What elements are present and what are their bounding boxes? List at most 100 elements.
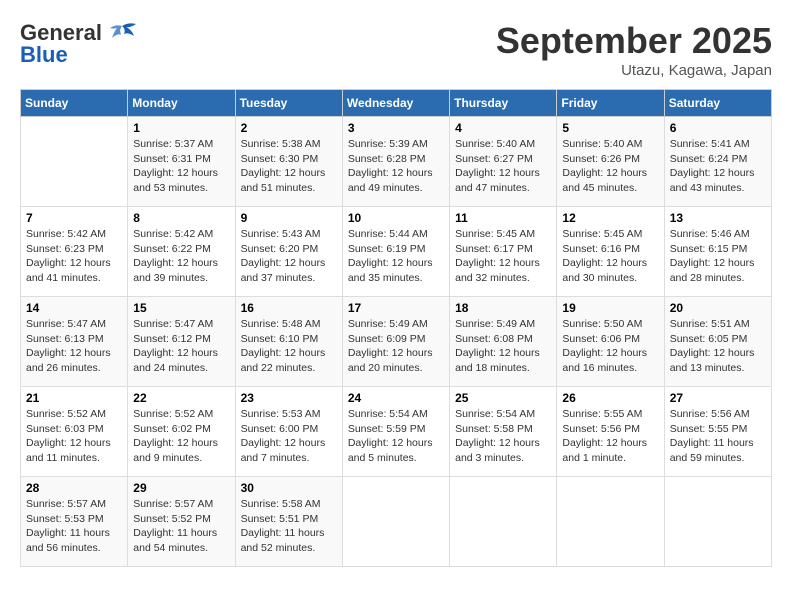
calendar-week-5: 28 Sunrise: 5:57 AM Sunset: 5:53 PM Dayli… bbox=[21, 477, 772, 567]
day-number: 23 bbox=[241, 391, 337, 405]
day-info: Sunrise: 5:38 AM Sunset: 6:30 PM Dayligh… bbox=[241, 137, 337, 196]
calendar-cell: 4 Sunrise: 5:40 AM Sunset: 6:27 PM Daylig… bbox=[450, 117, 557, 207]
day-number: 3 bbox=[348, 121, 444, 135]
day-number: 16 bbox=[241, 301, 337, 315]
day-number: 1 bbox=[133, 121, 229, 135]
day-number: 7 bbox=[26, 211, 122, 225]
day-info: Sunrise: 5:56 AM Sunset: 5:55 PM Dayligh… bbox=[670, 407, 766, 466]
day-number: 29 bbox=[133, 481, 229, 495]
day-number: 9 bbox=[241, 211, 337, 225]
day-number: 4 bbox=[455, 121, 551, 135]
calendar-body: 1 Sunrise: 5:37 AM Sunset: 6:31 PM Daylig… bbox=[21, 117, 772, 567]
calendar-table: SundayMondayTuesdayWednesdayThursdayFrid… bbox=[20, 89, 772, 567]
location: Utazu, Kagawa, Japan bbox=[496, 62, 772, 79]
day-info: Sunrise: 5:44 AM Sunset: 6:19 PM Dayligh… bbox=[348, 227, 444, 286]
day-info: Sunrise: 5:55 AM Sunset: 5:56 PM Dayligh… bbox=[562, 407, 658, 466]
calendar-cell: 1 Sunrise: 5:37 AM Sunset: 6:31 PM Daylig… bbox=[128, 117, 235, 207]
calendar-cell: 19 Sunrise: 5:50 AM Sunset: 6:06 PM Dayli… bbox=[557, 297, 664, 387]
calendar-cell bbox=[450, 477, 557, 567]
logo-bird-icon bbox=[106, 22, 138, 44]
day-info: Sunrise: 5:45 AM Sunset: 6:16 PM Dayligh… bbox=[562, 227, 658, 286]
calendar-cell: 2Sunrise: 5:38 AM Sunset: 6:30 PM Daylig… bbox=[235, 117, 342, 207]
day-header-monday: Monday bbox=[128, 90, 235, 117]
calendar-week-3: 14Sunrise: 5:47 AM Sunset: 6:13 PM Dayli… bbox=[21, 297, 772, 387]
calendar-cell: 28 Sunrise: 5:57 AM Sunset: 5:53 PM Dayli… bbox=[21, 477, 128, 567]
calendar-cell bbox=[664, 477, 771, 567]
calendar-cell: 11 Sunrise: 5:45 AM Sunset: 6:17 PM Dayli… bbox=[450, 207, 557, 297]
calendar-cell: 26 Sunrise: 5:55 AM Sunset: 5:56 PM Dayli… bbox=[557, 387, 664, 477]
calendar-week-4: 21 Sunrise: 5:52 AM Sunset: 6:03 PM Dayli… bbox=[21, 387, 772, 477]
day-info: Sunrise: 5:40 AM Sunset: 6:26 PM Dayligh… bbox=[562, 137, 658, 196]
calendar-cell bbox=[342, 477, 449, 567]
calendar-cell: 3 Sunrise: 5:39 AM Sunset: 6:28 PM Daylig… bbox=[342, 117, 449, 207]
day-info: Sunrise: 5:51 AM Sunset: 6:05 PM Dayligh… bbox=[670, 317, 766, 376]
day-header-saturday: Saturday bbox=[664, 90, 771, 117]
day-info: Sunrise: 5:47 AM Sunset: 6:13 PM Dayligh… bbox=[26, 317, 122, 376]
day-info: Sunrise: 5:37 AM Sunset: 6:31 PM Dayligh… bbox=[133, 137, 229, 196]
day-header-thursday: Thursday bbox=[450, 90, 557, 117]
day-number: 17 bbox=[348, 301, 444, 315]
day-info: Sunrise: 5:49 AM Sunset: 6:09 PM Dayligh… bbox=[348, 317, 444, 376]
day-info: Sunrise: 5:41 AM Sunset: 6:24 PM Dayligh… bbox=[670, 137, 766, 196]
page-header: General Blue September 2025 Utazu, Kagaw… bbox=[20, 20, 772, 79]
day-number: 11 bbox=[455, 211, 551, 225]
calendar-cell bbox=[557, 477, 664, 567]
day-info: Sunrise: 5:40 AM Sunset: 6:27 PM Dayligh… bbox=[455, 137, 551, 196]
calendar-cell: 29Sunrise: 5:57 AM Sunset: 5:52 PM Dayli… bbox=[128, 477, 235, 567]
day-info: Sunrise: 5:52 AM Sunset: 6:03 PM Dayligh… bbox=[26, 407, 122, 466]
day-info: Sunrise: 5:50 AM Sunset: 6:06 PM Dayligh… bbox=[562, 317, 658, 376]
calendar-cell: 23Sunrise: 5:53 AM Sunset: 6:00 PM Dayli… bbox=[235, 387, 342, 477]
calendar-cell: 5Sunrise: 5:40 AM Sunset: 6:26 PM Daylig… bbox=[557, 117, 664, 207]
calendar-cell: 14Sunrise: 5:47 AM Sunset: 6:13 PM Dayli… bbox=[21, 297, 128, 387]
day-info: Sunrise: 5:54 AM Sunset: 5:58 PM Dayligh… bbox=[455, 407, 551, 466]
calendar-cell: 22 Sunrise: 5:52 AM Sunset: 6:02 PM Dayli… bbox=[128, 387, 235, 477]
calendar-cell: 10Sunrise: 5:44 AM Sunset: 6:19 PM Dayli… bbox=[342, 207, 449, 297]
day-number: 22 bbox=[133, 391, 229, 405]
day-number: 8 bbox=[133, 211, 229, 225]
day-info: Sunrise: 5:43 AM Sunset: 6:20 PM Dayligh… bbox=[241, 227, 337, 286]
day-info: Sunrise: 5:47 AM Sunset: 6:12 PM Dayligh… bbox=[133, 317, 229, 376]
day-info: Sunrise: 5:45 AM Sunset: 6:17 PM Dayligh… bbox=[455, 227, 551, 286]
day-header-sunday: Sunday bbox=[21, 90, 128, 117]
day-info: Sunrise: 5:54 AM Sunset: 5:59 PM Dayligh… bbox=[348, 407, 444, 466]
calendar-cell: 12 Sunrise: 5:45 AM Sunset: 6:16 PM Dayli… bbox=[557, 207, 664, 297]
day-number: 6 bbox=[670, 121, 766, 135]
calendar-cell: 16Sunrise: 5:48 AM Sunset: 6:10 PM Dayli… bbox=[235, 297, 342, 387]
day-number: 19 bbox=[562, 301, 658, 315]
day-number: 26 bbox=[562, 391, 658, 405]
day-header-tuesday: Tuesday bbox=[235, 90, 342, 117]
calendar-cell: 25Sunrise: 5:54 AM Sunset: 5:58 PM Dayli… bbox=[450, 387, 557, 477]
day-number: 18 bbox=[455, 301, 551, 315]
calendar-week-1: 1 Sunrise: 5:37 AM Sunset: 6:31 PM Daylig… bbox=[21, 117, 772, 207]
calendar-cell: 8 Sunrise: 5:42 AM Sunset: 6:22 PM Daylig… bbox=[128, 207, 235, 297]
day-info: Sunrise: 5:52 AM Sunset: 6:02 PM Dayligh… bbox=[133, 407, 229, 466]
calendar-cell: 9 Sunrise: 5:43 AM Sunset: 6:20 PM Daylig… bbox=[235, 207, 342, 297]
day-info: Sunrise: 5:49 AM Sunset: 6:08 PM Dayligh… bbox=[455, 317, 551, 376]
logo: General Blue bbox=[20, 20, 138, 68]
day-number: 24 bbox=[348, 391, 444, 405]
calendar-header-row: SundayMondayTuesdayWednesdayThursdayFrid… bbox=[21, 90, 772, 117]
day-number: 21 bbox=[26, 391, 122, 405]
calendar-cell: 20Sunrise: 5:51 AM Sunset: 6:05 PM Dayli… bbox=[664, 297, 771, 387]
day-number: 12 bbox=[562, 211, 658, 225]
calendar-cell bbox=[21, 117, 128, 207]
calendar-cell: 13 Sunrise: 5:46 AM Sunset: 6:15 PM Dayli… bbox=[664, 207, 771, 297]
day-header-friday: Friday bbox=[557, 90, 664, 117]
day-info: Sunrise: 5:57 AM Sunset: 5:53 PM Dayligh… bbox=[26, 497, 122, 556]
calendar-week-2: 7 Sunrise: 5:42 AM Sunset: 6:23 PM Daylig… bbox=[21, 207, 772, 297]
day-info: Sunrise: 5:42 AM Sunset: 6:22 PM Dayligh… bbox=[133, 227, 229, 286]
day-number: 28 bbox=[26, 481, 122, 495]
day-number: 13 bbox=[670, 211, 766, 225]
day-info: Sunrise: 5:39 AM Sunset: 6:28 PM Dayligh… bbox=[348, 137, 444, 196]
day-info: Sunrise: 5:42 AM Sunset: 6:23 PM Dayligh… bbox=[26, 227, 122, 286]
day-number: 15 bbox=[133, 301, 229, 315]
calendar-cell: 6 Sunrise: 5:41 AM Sunset: 6:24 PM Daylig… bbox=[664, 117, 771, 207]
calendar-cell: 7 Sunrise: 5:42 AM Sunset: 6:23 PM Daylig… bbox=[21, 207, 128, 297]
calendar-cell: 27 Sunrise: 5:56 AM Sunset: 5:55 PM Dayli… bbox=[664, 387, 771, 477]
logo-blue-text: Blue bbox=[20, 42, 68, 68]
day-info: Sunrise: 5:46 AM Sunset: 6:15 PM Dayligh… bbox=[670, 227, 766, 286]
calendar-cell: 21 Sunrise: 5:52 AM Sunset: 6:03 PM Dayli… bbox=[21, 387, 128, 477]
day-number: 27 bbox=[670, 391, 766, 405]
day-header-wednesday: Wednesday bbox=[342, 90, 449, 117]
calendar-cell: 30Sunrise: 5:58 AM Sunset: 5:51 PM Dayli… bbox=[235, 477, 342, 567]
